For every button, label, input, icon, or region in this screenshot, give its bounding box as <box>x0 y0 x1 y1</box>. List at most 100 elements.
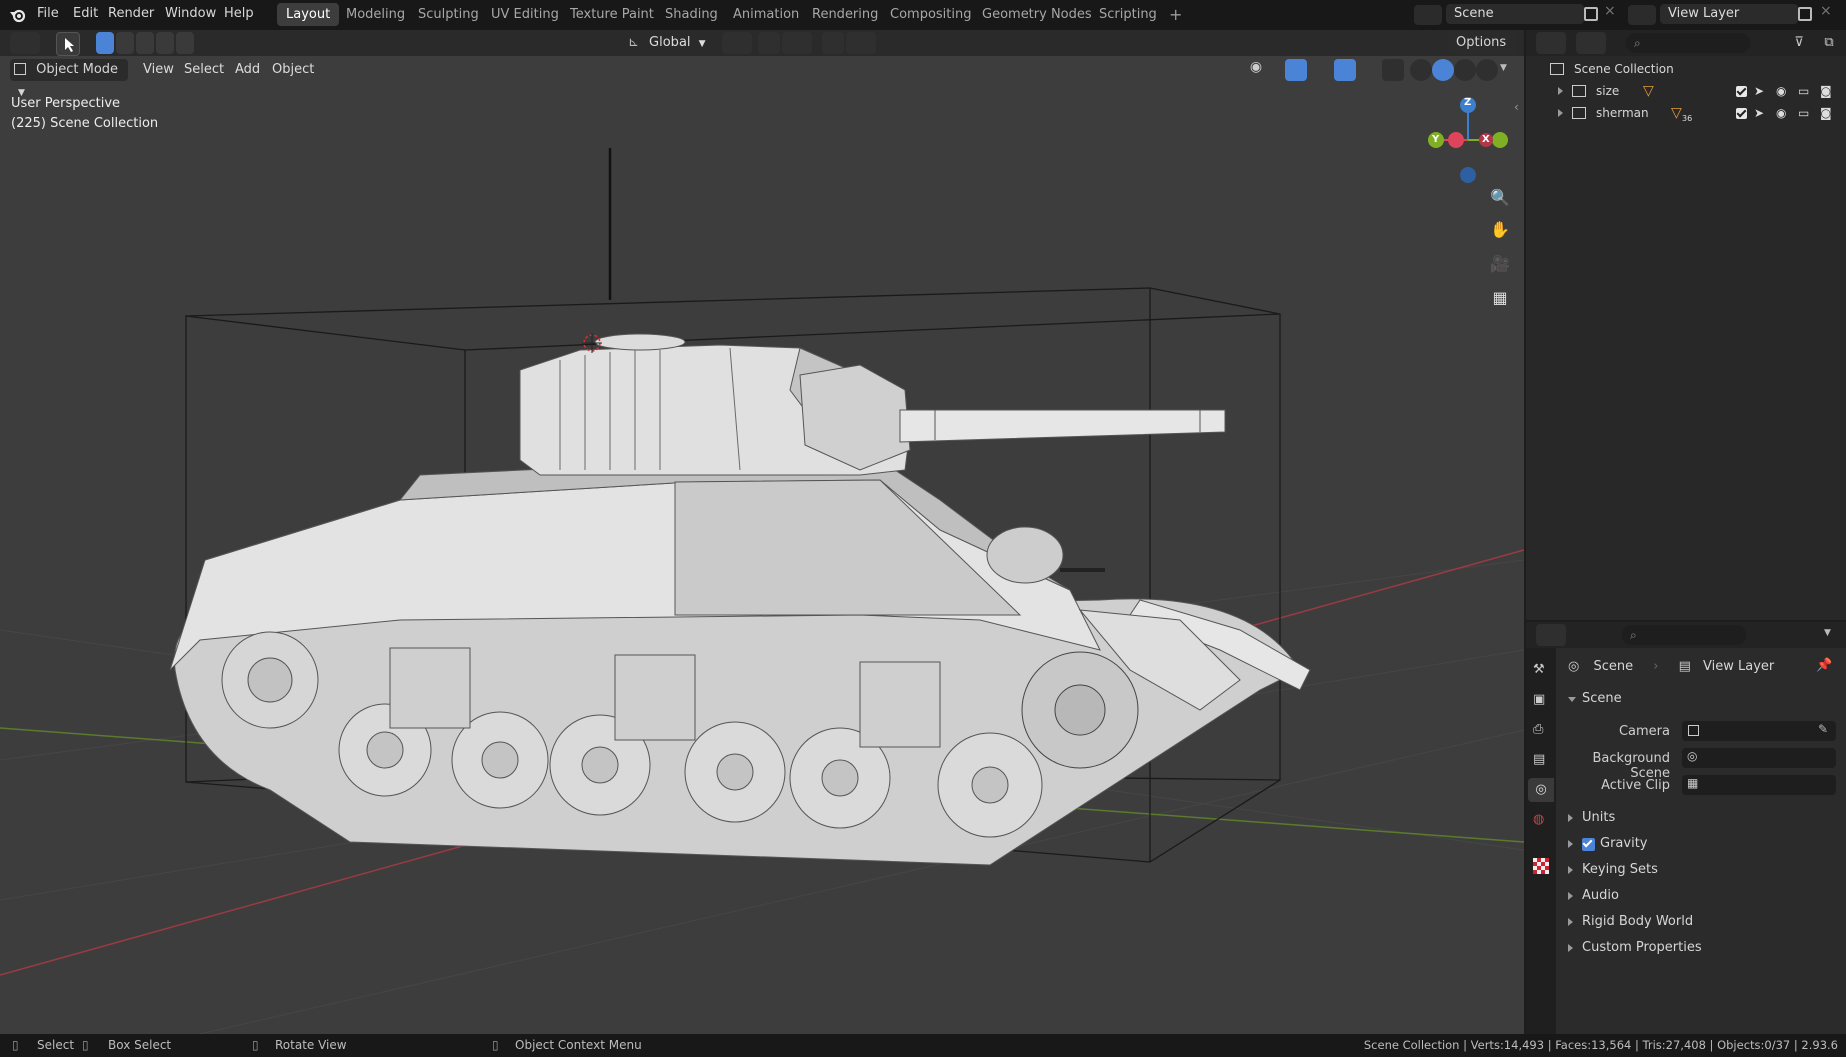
editor-type-icon[interactable] <box>10 32 40 54</box>
camera-icon[interactable]: ◙ <box>1820 102 1832 124</box>
active-clip-field[interactable]: ▦ <box>1682 775 1836 795</box>
snap-target-icon[interactable] <box>782 32 812 54</box>
scene-panel-header[interactable]: Scene <box>1556 687 1846 711</box>
scene-tab-icon[interactable]: ◎ <box>1528 778 1554 802</box>
menu-object[interactable]: Object <box>272 59 314 81</box>
filter-icon[interactable]: ⊽ <box>1788 32 1810 54</box>
eye-icon[interactable]: ◉ <box>1776 102 1786 124</box>
world-tab-icon[interactable]: ◍ <box>1533 812 1549 828</box>
selectable-arrow-icon[interactable]: ➤ <box>1754 80 1764 102</box>
gizmo-toggle-icon[interactable] <box>1285 59 1307 81</box>
view-layer-field[interactable]: View Layer <box>1660 4 1798 24</box>
background-scene-field[interactable]: ◎ <box>1682 748 1836 768</box>
texture-tab-icon[interactable] <box>1533 858 1549 874</box>
tab-geometry-nodes[interactable]: Geometry Nodes <box>973 3 1101 26</box>
pan-hand-icon[interactable]: ✋ <box>1488 220 1512 244</box>
outliner-root-row[interactable]: Scene Collection <box>1526 58 1846 80</box>
menu-window[interactable]: Window <box>165 0 216 28</box>
menu-file[interactable]: File <box>37 0 59 28</box>
material-shading-icon[interactable] <box>1454 59 1476 81</box>
falloff-icon[interactable] <box>846 32 876 54</box>
tool-tab-icon[interactable]: ⚒ <box>1533 662 1549 678</box>
chevron-left-icon[interactable]: ‹ <box>1514 100 1519 114</box>
menu-edit[interactable]: Edit <box>73 0 98 28</box>
close-view-layer-icon[interactable]: × <box>1820 3 1832 19</box>
3d-viewport[interactable] <box>0 30 1524 1034</box>
properties-search-input[interactable]: ⌕ <box>1622 625 1746 645</box>
scene-name-field[interactable]: Scene <box>1446 4 1584 24</box>
wireframe-shading-icon[interactable] <box>1410 59 1432 81</box>
solid-shading-icon[interactable] <box>1432 59 1454 81</box>
monitor-icon[interactable]: ▭ <box>1798 102 1809 124</box>
ortho-grid-icon[interactable]: ▦ <box>1488 288 1512 312</box>
chevron-down-icon[interactable]: ▼ <box>1500 63 1507 73</box>
expand-arrow-icon[interactable] <box>1558 87 1563 95</box>
select-mode-invert-icon[interactable] <box>156 32 174 54</box>
camera-icon[interactable]: ◙ <box>1820 80 1832 102</box>
mode-dropdown[interactable]: Object Mode ▼ <box>10 59 128 98</box>
proportional-edit-icon[interactable] <box>822 32 844 54</box>
menu-help[interactable]: Help <box>224 0 254 28</box>
render-tab-icon[interactable]: ▣ <box>1533 692 1549 708</box>
selectable-arrow-icon[interactable]: ➤ <box>1754 102 1764 124</box>
new-view-layer-icon[interactable] <box>1798 7 1812 21</box>
tab-animation[interactable]: Animation <box>724 3 808 26</box>
select-mode-extend-icon[interactable] <box>116 32 134 54</box>
output-tab-icon[interactable]: ⎙ <box>1533 722 1549 738</box>
section-gravity[interactable]: Gravity <box>1556 832 1846 856</box>
exclude-checkbox[interactable] <box>1736 86 1747 97</box>
section-units[interactable]: Units <box>1556 806 1846 830</box>
menu-select[interactable]: Select <box>184 59 224 81</box>
chevron-down-icon[interactable]: ▼ <box>1824 628 1831 638</box>
monitor-icon[interactable]: ▭ <box>1798 80 1809 102</box>
transform-orientation-dropdown[interactable]: ⊾ Global ▼ <box>628 32 712 54</box>
xray-toggle-icon[interactable] <box>1382 59 1404 81</box>
blender-logo-icon[interactable] <box>9 6 27 24</box>
eye-icon[interactable]: ◉ <box>1776 80 1786 102</box>
gravity-checkbox[interactable] <box>1582 838 1595 851</box>
breadcrumb-view-layer[interactable]: View Layer <box>1703 659 1774 674</box>
new-scene-icon[interactable] <box>1584 7 1598 21</box>
breadcrumb-scene[interactable]: Scene <box>1593 659 1633 674</box>
overlays-toggle-icon[interactable] <box>1334 59 1356 81</box>
pin-icon[interactable]: 📌 <box>1816 658 1832 673</box>
tab-scripting[interactable]: Scripting <box>1090 3 1166 26</box>
new-collection-icon[interactable]: ⧉ <box>1818 32 1840 54</box>
camera-field[interactable]: ✎ <box>1682 721 1836 741</box>
outliner-item-sherman[interactable]: sherman ▽ 36 ➤ ◉ ▭ ◙ <box>1526 102 1846 124</box>
scene-selector-icon[interactable] <box>1414 5 1442 25</box>
exclude-checkbox[interactable] <box>1736 108 1747 119</box>
visibility-toggle-icon[interactable]: ◉ <box>1245 59 1267 81</box>
tab-sculpting[interactable]: Sculpting <box>409 3 488 26</box>
camera-view-icon[interactable]: 🎥 <box>1488 254 1512 278</box>
select-mode-new-icon[interactable] <box>96 32 114 54</box>
menu-render[interactable]: Render <box>108 0 154 28</box>
expand-arrow-icon[interactable] <box>1558 109 1563 117</box>
tab-uv-editing[interactable]: UV Editing <box>482 3 568 26</box>
section-keying-sets[interactable]: Keying Sets <box>1556 858 1846 882</box>
rendered-shading-icon[interactable] <box>1476 59 1498 81</box>
tab-rendering[interactable]: Rendering <box>803 3 887 26</box>
outliner-item-size[interactable]: size ▽ ➤ ◉ ▭ ◙ <box>1526 80 1846 102</box>
pivot-point-icon[interactable] <box>722 32 752 54</box>
select-mode-subtract-icon[interactable] <box>136 32 154 54</box>
options-dropdown[interactable]: Options ▼ <box>1448 32 1516 71</box>
properties-editor-type-icon[interactable] <box>1536 624 1566 646</box>
view-layer-selector-icon[interactable] <box>1628 5 1656 25</box>
display-mode-icon[interactable] <box>1576 32 1606 54</box>
outliner-search-input[interactable]: ⌕ <box>1626 33 1750 53</box>
section-audio[interactable]: Audio <box>1556 884 1846 908</box>
navigation-gizmo[interactable]: Z X Y <box>1420 90 1520 190</box>
menu-add[interactable]: Add <box>235 59 260 81</box>
tab-compositing[interactable]: Compositing <box>881 3 981 26</box>
add-workspace-button[interactable]: + <box>1160 3 1191 26</box>
close-scene-icon[interactable]: × <box>1604 3 1616 19</box>
view-layer-tab-icon[interactable]: ▤ <box>1533 752 1549 768</box>
tab-modeling[interactable]: Modeling <box>337 3 414 26</box>
tab-layout[interactable]: Layout <box>277 3 340 26</box>
eyedropper-icon[interactable]: ✎ <box>1818 722 1828 736</box>
select-tool-icon[interactable] <box>56 32 80 56</box>
tab-shading[interactable]: Shading <box>656 3 727 26</box>
zoom-icon[interactable]: 🔍 <box>1488 188 1512 212</box>
select-mode-intersect-icon[interactable] <box>176 32 194 54</box>
